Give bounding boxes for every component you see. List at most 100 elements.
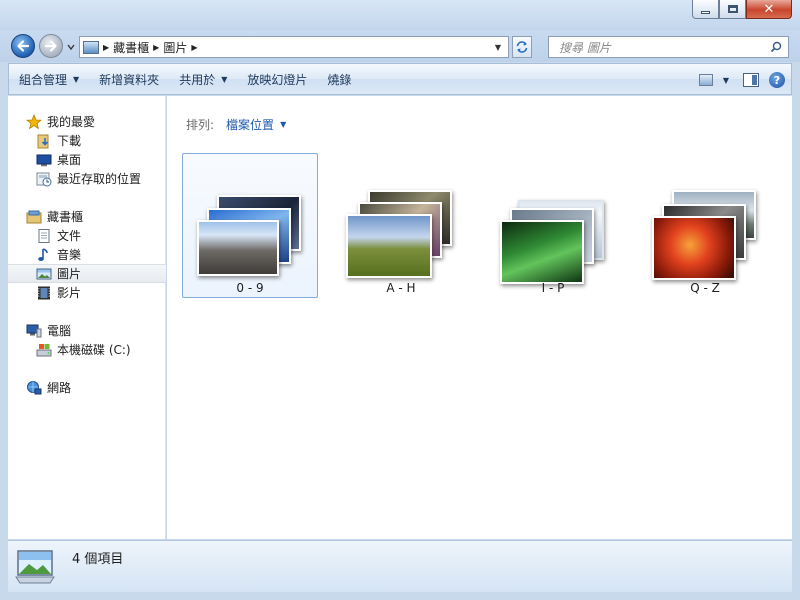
breadcrumb-separator-icon[interactable]: ▶ <box>103 43 109 52</box>
chevron-down-icon: ▼ <box>221 74 228 84</box>
back-button[interactable] <box>11 34 35 58</box>
sidebar-item-label: 網路 <box>47 381 72 395</box>
folder-label: I - P <box>541 281 565 295</box>
folder-a-h[interactable]: A - H <box>333 153 469 298</box>
sidebar-item-pictures[interactable]: 圖片 <box>8 264 166 283</box>
computer-icon <box>26 323 42 339</box>
sidebar-item-label: 桌面 <box>57 153 82 167</box>
slideshow-button[interactable]: 放映幻燈片 <box>237 66 317 92</box>
pictures-icon <box>36 266 52 282</box>
folder-q-z[interactable]: Q - Z <box>637 153 773 298</box>
folder-label: Q - Z <box>690 281 720 295</box>
network-group: 網路 <box>8 378 166 397</box>
breadcrumb-separator-icon[interactable]: ▶ <box>191 43 197 52</box>
sidebar-item-local-disk[interactable]: 本機磁碟 (C:) <box>8 340 166 359</box>
sidebar-item-label: 圖片 <box>57 267 82 281</box>
sidebar-item-music[interactable]: 音樂 <box>8 245 166 264</box>
back-arrow-icon <box>17 40 30 52</box>
computer-group: 電腦 本機磁碟 (C:) <box>8 321 166 359</box>
sidebar-item-label: 電腦 <box>47 324 72 338</box>
folder-0-9[interactable]: 0 - 9 <box>182 153 318 298</box>
address-bar[interactable]: ▶ 藏書櫃 ▶ 圖片 ▶ ▼ <box>79 36 509 58</box>
sidebar-item-downloads[interactable]: 下載 <box>8 131 166 150</box>
search-box[interactable]: 搜尋 圖片 <box>548 36 789 58</box>
forward-button[interactable] <box>39 34 63 58</box>
arrange-by-bar: 排列: 檔案位置 ▼ <box>186 116 286 133</box>
sidebar-item-documents[interactable]: 文件 <box>8 226 166 245</box>
local-disk-icon <box>36 342 52 358</box>
sidebar-item-label: 藏書櫃 <box>47 210 84 224</box>
burn-button[interactable]: 燒錄 <box>317 66 361 92</box>
chevron-down-icon: ▼ <box>73 74 80 84</box>
window-caption-buttons: ✕ <box>692 0 792 19</box>
close-button[interactable]: ✕ <box>746 0 792 19</box>
new-folder-button[interactable]: 新增資料夾 <box>89 66 169 92</box>
sidebar-item-label: 文件 <box>57 229 82 243</box>
change-view-icon[interactable] <box>698 74 713 86</box>
arrange-by-dropdown[interactable]: 檔案位置 ▼ <box>226 116 286 133</box>
new-folder-label: 新增資料夾 <box>99 72 160 87</box>
sidebar-item-label: 影片 <box>57 286 82 300</box>
breadcrumb-pictures[interactable]: 圖片 <box>163 39 187 56</box>
maximize-button[interactable] <box>719 0 746 19</box>
minimize-button[interactable] <box>692 0 719 19</box>
search-icon[interactable] <box>767 41 785 53</box>
arrange-by-value: 檔案位置 <box>226 118 275 132</box>
sidebar-item-libraries[interactable]: 藏書櫃 <box>8 207 166 226</box>
sidebar-item-network[interactable]: 網路 <box>8 378 166 397</box>
star-icon <box>26 113 42 130</box>
recent-places-icon <box>36 171 52 187</box>
folder-i-p[interactable]: I - P <box>485 153 621 298</box>
favorites-group: 我的最愛 下載 桌面 最近存取的位置 <box>8 112 166 188</box>
sidebar-item-label: 我的最愛 <box>47 115 96 129</box>
forward-arrow-icon <box>44 40 57 52</box>
recent-pages-dropdown[interactable] <box>66 42 76 52</box>
sidebar-item-label: 音樂 <box>57 248 82 262</box>
breadcrumb-separator-icon[interactable]: ▶ <box>153 43 159 52</box>
folder-label: A - H <box>386 281 416 295</box>
desktop-icon <box>36 152 52 168</box>
sidebar-item-videos[interactable]: 影片 <box>8 283 166 302</box>
sidebar-item-label: 下載 <box>57 134 82 148</box>
pictures-library-large-icon <box>15 550 55 584</box>
folder-stack-thumbnail <box>191 164 311 276</box>
photo-thumbnail <box>500 220 584 284</box>
view-options-dropdown[interactable]: ▼ <box>723 67 733 93</box>
breadcrumb-libraries[interactable]: 藏書櫃 <box>113 39 149 56</box>
music-icon <box>36 247 52 263</box>
title-bar[interactable]: ✕ <box>0 0 800 30</box>
organize-button[interactable]: 組合管理 ▼ <box>9 66 89 92</box>
slideshow-label: 放映幻燈片 <box>247 72 308 87</box>
folder-stack-thumbnail <box>342 164 462 278</box>
share-with-label: 共用於 <box>179 72 216 87</box>
maximize-icon <box>727 5 738 13</box>
navigation-bar: ▶ 藏書櫃 ▶ 圖片 ▶ ▼ 搜尋 圖片 <box>0 30 800 62</box>
preview-pane-icon[interactable] <box>743 73 759 87</box>
help-icon[interactable]: ? <box>769 72 785 88</box>
sidebar-item-desktop[interactable]: 桌面 <box>8 150 166 169</box>
sidebar-item-favorites[interactable]: 我的最愛 <box>8 112 166 131</box>
photo-thumbnail <box>346 214 432 278</box>
sidebar-item-label: 本機磁碟 (C:) <box>57 343 131 357</box>
arrange-by-label: 排列: <box>186 118 215 132</box>
chevron-down-icon: ▼ <box>722 75 729 85</box>
share-with-button[interactable]: 共用於 ▼ <box>169 66 237 92</box>
refresh-button[interactable] <box>512 36 532 58</box>
address-history-dropdown-icon[interactable]: ▼ <box>490 37 506 57</box>
folder-stack-thumbnail <box>494 164 614 284</box>
status-bar: 4 個項目 <box>8 540 792 592</box>
photo-thumbnail <box>197 220 279 276</box>
folder-stack-thumbnail <box>646 164 766 280</box>
videos-icon <box>36 285 52 301</box>
item-count: 4 個項目 <box>72 552 124 567</box>
sidebar-item-computer[interactable]: 電腦 <box>8 321 166 340</box>
libraries-icon <box>26 209 42 225</box>
downloads-folder-icon <box>36 133 52 149</box>
sidebar-item-recent-places[interactable]: 最近存取的位置 <box>8 169 166 188</box>
refresh-icon <box>516 41 528 53</box>
chevron-down-icon: ▼ <box>280 120 287 129</box>
search-input[interactable]: 搜尋 圖片 <box>559 39 767 56</box>
navigation-pane: 我的最愛 下載 桌面 最近存取的位置 藏書櫃 文件 音樂 圖片 影片 電腦 本機… <box>8 96 166 539</box>
organize-label: 組合管理 <box>19 72 68 87</box>
burn-label: 燒錄 <box>327 72 352 87</box>
